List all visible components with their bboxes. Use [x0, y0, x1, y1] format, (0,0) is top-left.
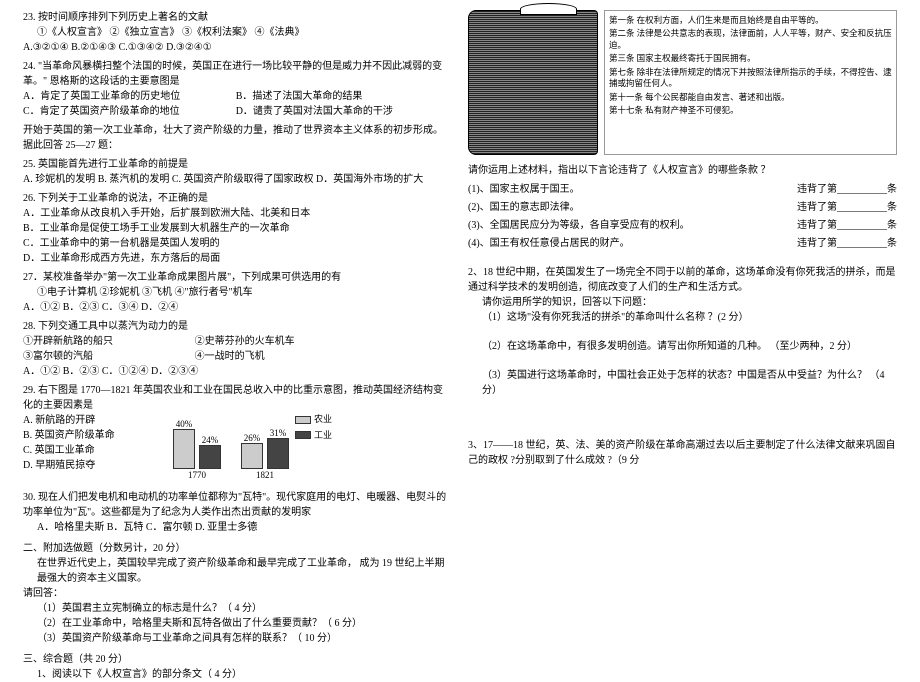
q28-item2: ②史蒂芬孙的火车机车	[195, 334, 295, 349]
q30-stem: 30. 现在人们把发电机和电动机的功率单位都称为"瓦特"。现代家庭用的电灯、电暖…	[23, 490, 452, 520]
fb1-text: (1)、国家主权属于国王。	[468, 184, 580, 195]
right-q2: 2、18 世纪中期，在英国发生了一场完全不同于以前的革命，这场革命没有你死我活的…	[468, 265, 897, 398]
q24-b: B．描述了法国大革命的结果	[236, 89, 446, 104]
chart-legend: 农业 工业	[295, 413, 332, 444]
fb4-ans: 违背了第__________条	[797, 236, 897, 251]
q23: 23. 按时间顺序排列下列历史上著名的文献 ①《人权宣言》 ②《独立宣言》 ③《…	[23, 10, 452, 55]
q28-options: A．①② B．②③ C．①②④ D．②③④	[23, 364, 452, 379]
article-17: 第十七条 私有财产神圣不可侵犯。	[609, 105, 892, 116]
q30: 30. 现在人们把发电机和电动机的功率单位都称为"瓦特"。现代家庭用的电灯、电暖…	[23, 490, 452, 535]
q26-a: A．工业革命从改良机入手开始，后扩展到欧洲大陆、北美和日本	[23, 206, 452, 221]
book-illustration	[468, 10, 598, 155]
fig-question: 请你运用上述材料，指出以下言论违背了《人权宣言》的哪些条款 ？	[468, 163, 897, 178]
group-25-27-intro: 开始于英国的第一次工业革命，壮大了资产阶级的力量，推动了世界资本主义体系的初步形…	[23, 123, 452, 153]
q27-options: A．①② B．②③ C．③④ D．②④	[23, 300, 452, 315]
right-column: 第一条 在权利方面，人们生来是而且始终是自由平等的。 第二条 法律是公共意志的表…	[460, 10, 905, 641]
legend-a: 农业	[314, 413, 332, 427]
q27-stem: 27．某校准备举办"第一次工业革命成果图片展"，下列成果可供选用的有	[23, 270, 452, 285]
q26: 26. 下列关于工业革命的说法，不正确的是 A．工业革命从改良机入手开始，后扩展…	[23, 191, 452, 266]
fb3-ans: 违背了第__________条	[797, 218, 897, 233]
part2-title: 二、附加选做题（分数另计，20 分）	[23, 541, 452, 556]
q24-d: D．谴责了英国对法国大革命的干涉	[236, 104, 446, 119]
q24-a: A．肯定了英国工业革命的历史地位	[23, 89, 233, 104]
articles-box: 第一条 在权利方面，人们生来是而且始终是自由平等的。 第二条 法律是公共意志的表…	[604, 10, 897, 155]
fb2-text: (2)、国王的意志即法律。	[468, 202, 580, 213]
q23-stem: 23. 按时间顺序排列下列历史上著名的文献	[23, 10, 452, 25]
part2-ask: 请回答：	[23, 586, 452, 601]
q2-stem: 2、18 世纪中期，在英国发生了一场完全不同于以前的革命，这场革命没有你死我活的…	[468, 265, 897, 295]
part2-sub1: （1）英国君主立宪制确立的标志是什么？（ 4 分）	[23, 601, 452, 616]
bar-chart: 40% 24% 1770 26% 31% 1821	[133, 413, 289, 486]
right-q3: 3、17——18 世纪，英、法、美的资产阶级在革命高潮过去以后主要制定了什么法律…	[468, 438, 897, 468]
q28-item4: ④一战时的飞机	[195, 349, 265, 364]
q24: 24. "当革命风暴横扫整个法国的时候，英国正在进行一场比较平静的但是威力并不因…	[23, 59, 452, 119]
q28-item3: ③富尔顿的汽船	[23, 349, 195, 364]
q25: 25. 英国能首先进行工业革命的前提是 A. 珍妮机的发明 B. 蒸汽机的发明 …	[23, 157, 452, 187]
q23-items: ①《人权宣言》 ②《独立宣言》 ③《权利法案》 ④《法典》	[23, 25, 452, 40]
fb2-ans: 违背了第__________条	[797, 200, 897, 215]
q2-s1: （1）这场"没有你死我活的拼杀"的革命叫什么名称 ？(2 分）	[468, 310, 897, 325]
fb4-text: (4)、国王有权任意侵占居民的财产。	[468, 238, 630, 249]
q24-stem: 24. "当革命风暴横扫整个法国的时候，英国正在进行一场比较平静的但是威力并不因…	[23, 59, 452, 89]
fb3-text: (3)、全国居民应分为等级，各自享受应有的权利。	[468, 220, 690, 231]
q2-s2: （2）在这场革命中，有很多发明创造。请写出你所知道的几种。 （至少两种，2 分）	[468, 339, 897, 354]
q29: 29. 右下图是 1770—1821 年英国农业和工业在国民总收入中的比重示意图…	[23, 383, 452, 486]
declaration-figure: 第一条 在权利方面，人们生来是而且始终是自由平等的。 第二条 法律是公共意志的表…	[468, 10, 897, 155]
x-1770: 1770	[173, 469, 221, 483]
q28-stem: 28. 下列交通工具中以蒸汽为动力的是	[23, 319, 452, 334]
legend-b: 工业	[314, 429, 332, 443]
bar-val-1b: 24%	[200, 434, 220, 448]
q25-options: A. 珍妮机的发明 B. 蒸汽机的发明 C. 英国资产阶级取得了国家政权 D．英…	[23, 172, 452, 187]
article-3: 第三条 国家主权最终寄托于国民拥有。	[609, 53, 892, 64]
q29-d: D. 早期殖民掠夺	[23, 458, 133, 473]
q26-d: D．工业革命形成西方先进，东方落后的局面	[23, 251, 452, 266]
q2-s3: （3）英国进行这场革命时，中国社会正处于怎样的状态？中国是否从中受益？为什么？ …	[468, 368, 897, 398]
part3: 三、综合题（共 20 分） 1、阅读以下《人权宣言》的部分条文（ 4 分）	[23, 652, 452, 682]
q29-stem: 29. 右下图是 1770—1821 年英国农业和工业在国民总收入中的比重示意图…	[23, 383, 452, 413]
part3-title: 三、综合题（共 20 分）	[23, 652, 452, 667]
q27: 27．某校准备举办"第一次工业革命成果图片展"，下列成果可供选用的有 ①电子计算…	[23, 270, 452, 315]
article-7: 第七条 除非在法律所规定的情况下并按照法律所指示的手续，不得控告、逮捕或拘留任何…	[609, 67, 892, 90]
part2: 二、附加选做题（分数另计，20 分） 在世界近代史上，英国较早完成了资产阶级革命…	[23, 541, 452, 646]
article-11: 第十一条 每个公民都能自由发言、著述和出版。	[609, 92, 892, 103]
x-1821: 1821	[241, 469, 289, 483]
part3-sub1: 1、阅读以下《人权宣言》的部分条文（ 4 分）	[23, 667, 452, 682]
part2-intro: 在世界近代史上，英国较早完成了资产阶级革命和最早完成了工业革命， 成为 19 世…	[23, 556, 452, 586]
fb1-ans: 违背了第__________条	[797, 182, 897, 197]
q25-stem: 25. 英国能首先进行工业革命的前提是	[23, 157, 452, 172]
bar-val-2a: 26%	[242, 432, 262, 446]
q28: 28. 下列交通工具中以蒸汽为动力的是 ①开辟新航路的船只 ②史蒂芬孙的火车机车…	[23, 319, 452, 379]
article-2: 第二条 法律是公共意志的表现，法律面前，人人平等，财产、安全和反抗压迫。	[609, 28, 892, 51]
article-1: 第一条 在权利方面，人们生来是而且始终是自由平等的。	[609, 15, 892, 26]
q23-options: A.③②①④ B.②①④③ C.①③④② D.③②④①	[23, 40, 452, 55]
q26-b: B．工业革命是促使工场手工业发展到大机器生产的一次革命	[23, 221, 452, 236]
q29-c: C. 英国工业革命	[23, 443, 133, 458]
bar-val-1a: 40%	[174, 418, 194, 432]
q27-items: ①电子计算机 ②珍妮机 ③飞机 ④"旅行者号"机车	[23, 285, 452, 300]
bar-val-2b: 31%	[268, 427, 288, 441]
q26-stem: 26. 下列关于工业革命的说法，不正确的是	[23, 191, 452, 206]
q29-b: B. 英国资产阶级革命	[23, 428, 133, 443]
q29-a: A. 新航路的开辟	[23, 413, 133, 428]
left-column: 23. 按时间顺序排列下列历史上著名的文献 ①《人权宣言》 ②《独立宣言》 ③《…	[15, 10, 460, 641]
q30-options: A．哈格里夫斯 B．瓦特 C．富尔顿 D. 亚里士多德	[23, 520, 452, 535]
q26-c: C．工业革命中的第一台机器是英国人发明的	[23, 236, 452, 251]
q24-c: C．肯定了英国资产阶级革命的地位	[23, 104, 233, 119]
part2-sub3: （3）英国资产阶级革命与工业革命之间具有怎样的联系？（ 10 分）	[23, 631, 452, 646]
part2-sub2: （2）在工业革命中，哈格里夫斯和瓦特各做出了什么重要贡献？（ 6 分）	[23, 616, 452, 631]
fill-blanks: (1)、国家主权属于国王。违背了第__________条 (2)、国王的意志即法…	[468, 182, 897, 251]
q28-item1: ①开辟新航路的船只	[23, 334, 195, 349]
q2-line2: 请你运用所学的知识，回答以下问题：	[468, 295, 897, 310]
